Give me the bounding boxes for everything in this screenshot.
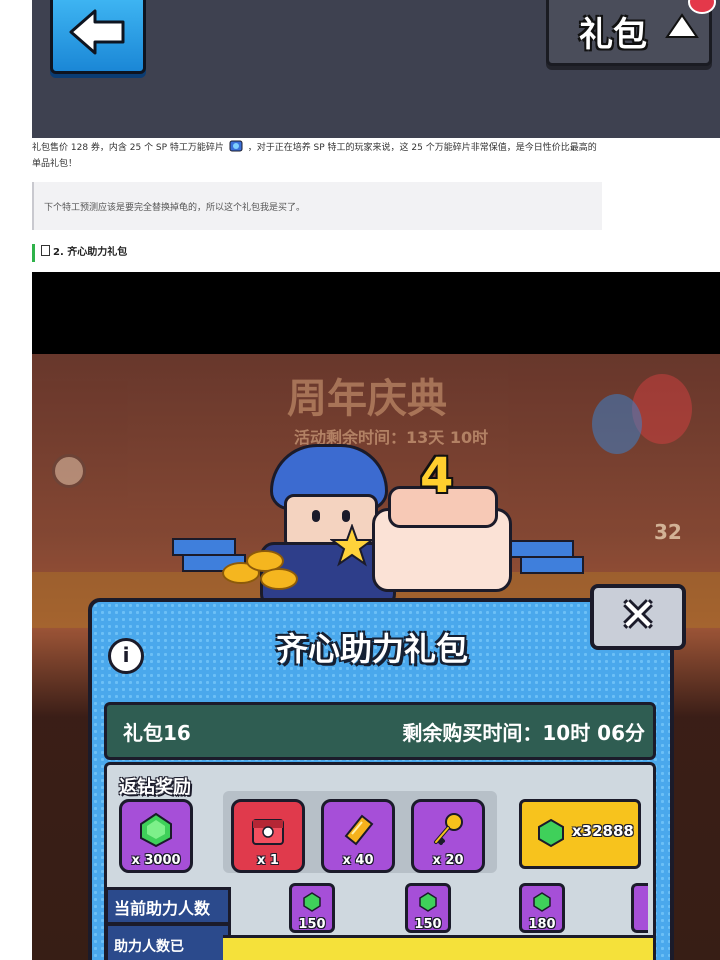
cake-number: 4 [420, 448, 454, 504]
missing-glyph-icon [41, 245, 50, 256]
milestone-value: 150 [298, 917, 326, 932]
background-counter: 32 [654, 520, 682, 544]
back-button[interactable] [50, 0, 146, 74]
quote-text: 下个特工预测应该是要完全替换掉龟的，所以这个礼包我是买了。 [44, 203, 306, 213]
dialog-title: 齐心助力礼包 [276, 630, 469, 668]
green-gem-icon [538, 818, 564, 848]
balloon-icon [592, 394, 642, 454]
reward-tile-key[interactable]: x 20 [411, 799, 485, 873]
milestone-reward-partial[interactable] [631, 883, 648, 933]
reward-label: 返钻奖励 [119, 777, 191, 798]
reward-qty: x 20 [432, 853, 464, 868]
hero-eye [312, 510, 320, 522]
helpers-count-label: 助力人数已 [105, 923, 231, 960]
milestone-value: 180 [528, 917, 556, 932]
reward-qty: x 3000 [131, 853, 181, 868]
coin-icon [260, 568, 298, 590]
section-heading: 2. 齐心助力礼包 [32, 244, 127, 262]
pack-header: 礼包16 剩余购买时间：10时 06分 [104, 702, 656, 760]
background-event-title: 周年庆典 [287, 376, 447, 422]
buy-button[interactable]: x32888 [519, 799, 641, 869]
pack-button-label: 礼包 [579, 15, 647, 55]
blue-block-icon [520, 556, 584, 574]
section-heading-text: 2. 齐心助力礼包 [53, 247, 128, 258]
milestone-reward[interactable]: 150 [289, 883, 335, 933]
helpers-count-text: 助力人数已 [114, 939, 184, 955]
green-gem-icon [419, 892, 437, 912]
info-icon: i [122, 643, 130, 667]
buy-price: x32888 [572, 822, 634, 840]
gift-pack-screenshot: 周年庆典 活动剩余时间：13天 10时 32 4 i 齐心助力礼包 ✕ 礼包16… [32, 272, 720, 960]
milestone-reward[interactable]: 180 [519, 883, 565, 933]
back-arrow-icon [69, 9, 125, 55]
current-helpers-label: 当前助力人数 [105, 887, 231, 925]
current-helpers-text: 当前助力人数 [114, 899, 211, 918]
balloon-icon [632, 374, 692, 444]
gift-pack-dialog: i 齐心助力礼包 ✕ 礼包16 剩余购买时间：10时 06分 返钻奖励 x 30… [88, 584, 686, 960]
gold-ticket-icon [344, 814, 374, 846]
top-game-screenshot: 礼包 [32, 0, 720, 138]
info-button[interactable]: i [108, 638, 144, 674]
remaining-time: 剩余购买时间：10时 06分 [402, 721, 645, 745]
reward-qty: x 1 [257, 853, 279, 868]
red-chest-icon [252, 819, 284, 845]
pack-id: 礼包16 [123, 721, 191, 745]
milestone-value: 150 [414, 917, 442, 932]
reward-tile-ticket[interactable]: x 40 [321, 799, 395, 873]
green-gem-icon [140, 812, 172, 848]
milestone-reward[interactable]: 150 [405, 883, 451, 933]
reward-qty: x 40 [342, 853, 374, 868]
close-button[interactable]: ✕ [590, 584, 686, 650]
green-gem-icon [303, 892, 321, 912]
helpers-progress-bar [223, 935, 653, 960]
article-paragraph: 礼包售价 128 券，内含 25 个 SP 特工万能碎片 ，对于正在培养 SP … [32, 140, 604, 172]
background-info-icon [52, 454, 86, 488]
reward-panel: 返钻奖励 x 3000 x 1 x 40 x 20 x32888 当前助力人数 … [104, 762, 656, 960]
sp-fragment-icon [229, 140, 243, 152]
caret-up-icon [665, 13, 699, 38]
paragraph-text-a: 礼包售价 128 券，内含 25 个 SP 特工万能碎片 [32, 143, 224, 153]
reward-tile-gems[interactable]: x 3000 [119, 799, 193, 873]
hero-eye [342, 510, 350, 522]
gold-key-icon [434, 813, 463, 845]
close-icon: ✕ [619, 590, 657, 641]
quote-block: 下个特工预测应该是要完全替换掉龟的，所以这个礼包我是买了。 [32, 182, 602, 230]
star-icon [330, 524, 374, 567]
green-gem-icon [533, 892, 551, 912]
pack-button[interactable]: 礼包 [546, 0, 712, 66]
reward-tile-chest[interactable]: x 1 [231, 799, 305, 873]
